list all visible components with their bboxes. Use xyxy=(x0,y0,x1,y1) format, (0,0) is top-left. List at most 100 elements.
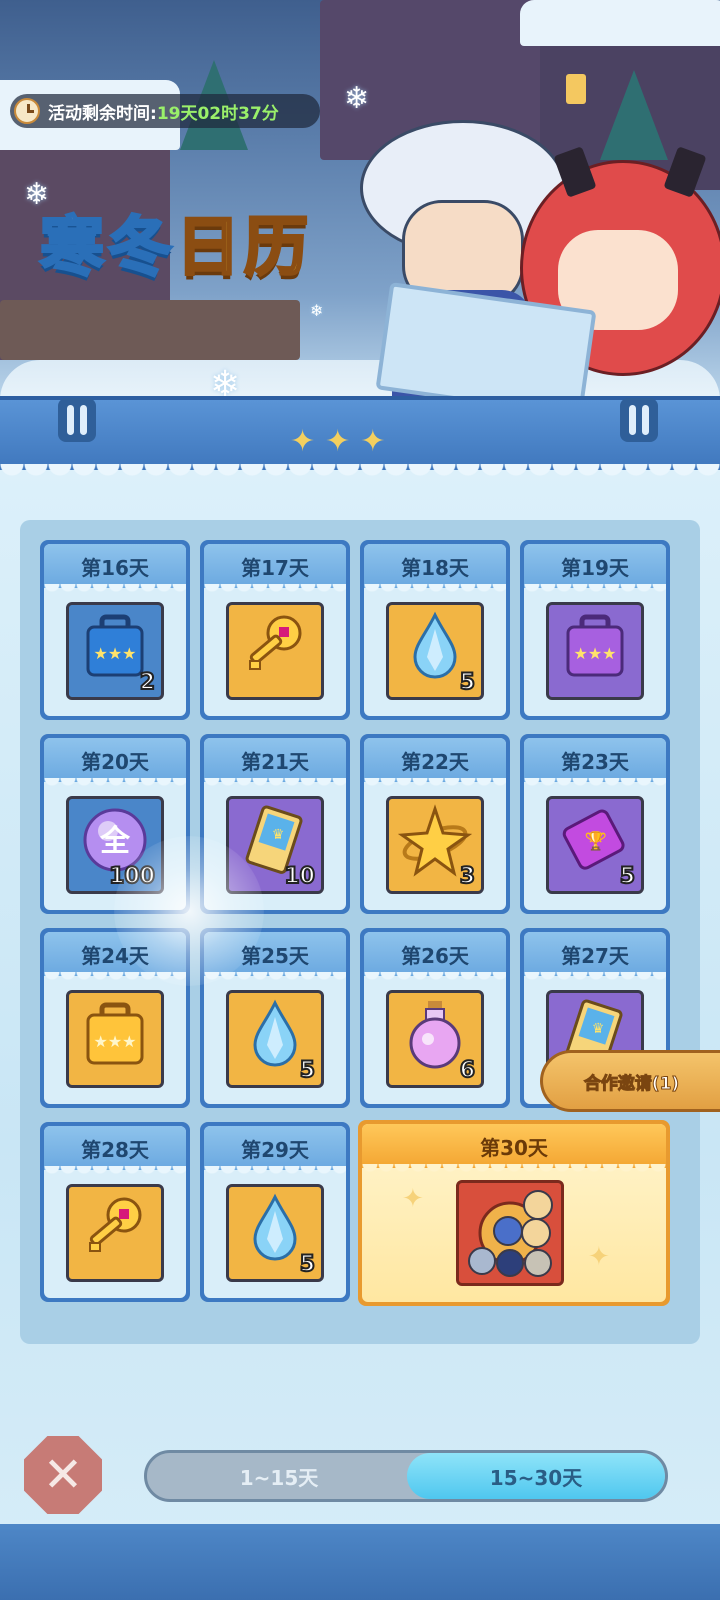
day-card[interactable]: 第26天 6 xyxy=(360,928,510,1108)
snowy-roof xyxy=(520,0,720,46)
ice-crystal-drop-icon xyxy=(243,1193,307,1273)
timer-label: 活动剩余时间: xyxy=(48,103,157,124)
bottom-frame xyxy=(0,1524,720,1600)
tab-label: 1~15天 xyxy=(239,1465,319,1490)
day-header: 第17天 xyxy=(204,544,346,596)
day-card[interactable]: 第16天 ★★★ 2 xyxy=(40,540,190,720)
golden-gift-box-icon: ★★★ xyxy=(80,999,150,1079)
tab-days-15-30[interactable]: 15~30天 xyxy=(407,1453,665,1499)
clock-icon xyxy=(14,98,40,124)
close-x-icon: ✕ xyxy=(42,1447,84,1503)
day-card[interactable]: 第28天 xyxy=(40,1122,190,1302)
day-header: 第27天 xyxy=(524,932,666,984)
ice-crystal-drop-icon xyxy=(243,999,307,1079)
svg-text:★★★: ★★★ xyxy=(93,644,136,663)
reward-quantity: 5 xyxy=(299,1057,316,1084)
reward-quantity: 5 xyxy=(619,863,636,890)
day-label: 第21天 xyxy=(241,749,309,774)
reward-quantity: 2 xyxy=(139,669,156,696)
day-header: 第29天 xyxy=(204,1126,346,1178)
day-label: 第19天 xyxy=(561,555,629,580)
svg-text:♛: ♛ xyxy=(272,827,285,843)
reward-slot[interactable]: 🏆 5 xyxy=(546,796,644,894)
reward-slot[interactable]: 5 xyxy=(226,1184,324,1282)
svg-text:🏆: 🏆 xyxy=(585,830,607,852)
day-card-grand-prize[interactable]: 第30天 ✦ ✦ xyxy=(358,1120,670,1306)
lit-window xyxy=(566,74,586,104)
day-range-tabs: 1~15天 15~30天 xyxy=(144,1450,668,1502)
snowflake-icon: ❄ xyxy=(344,81,370,116)
day-label: 第27天 xyxy=(561,943,629,968)
day-card[interactable]: 第19天 ★★★ xyxy=(520,540,670,720)
reward-slot[interactable]: ★★★ xyxy=(546,602,644,700)
reward-slot[interactable]: 5 xyxy=(386,602,484,700)
day-header: 第21天 xyxy=(204,738,346,790)
reward-slot[interactable] xyxy=(226,602,324,700)
reward-slot[interactable]: ★★★ 2 xyxy=(66,602,164,700)
decor-stars: ✦✦✦ xyxy=(290,424,396,459)
day-header: 第16天 xyxy=(44,544,186,596)
reward-slot[interactable] xyxy=(66,1184,164,1282)
day-card[interactable]: 第23天 🏆 5 xyxy=(520,734,670,914)
svg-text:全: 全 xyxy=(99,824,131,859)
reward-quantity: 3 xyxy=(459,863,476,890)
day-header: 第22天 xyxy=(364,738,506,790)
event-title: 寒冬日历 xyxy=(39,196,312,288)
day-card[interactable]: 第22天 3 xyxy=(360,734,510,914)
reward-quantity: 5 xyxy=(299,1251,316,1278)
day-card[interactable]: 第29天 5 xyxy=(200,1122,350,1302)
timer-value: 19天02时37分 xyxy=(156,103,279,124)
day-label: 第25天 xyxy=(241,943,309,968)
day-label: 第28天 xyxy=(81,1137,149,1162)
day-label: 第23天 xyxy=(561,749,629,774)
golden-key-icon xyxy=(238,609,312,693)
day-label: 第26天 xyxy=(401,943,469,968)
day-card[interactable]: 第18天 5 xyxy=(360,540,510,720)
event-timer: 活动剩余时间: 19天02时37分 xyxy=(10,94,320,128)
day-label: 第22天 xyxy=(401,749,469,774)
day-header: 第18天 xyxy=(364,544,506,596)
sparkle-icon: ✦ xyxy=(588,1242,610,1272)
day-header: 第30天 xyxy=(362,1124,666,1176)
day-header: 第23天 xyxy=(524,738,666,790)
svg-text:★★★: ★★★ xyxy=(93,1032,136,1051)
wooden-fence xyxy=(0,300,300,360)
day-label: 第29天 xyxy=(241,1137,309,1162)
sparkle-icon: ✦ xyxy=(402,1184,424,1214)
day-header: 第28天 xyxy=(44,1126,186,1178)
day-label: 第16天 xyxy=(81,555,149,580)
tab-label: 15~30天 xyxy=(489,1465,583,1490)
day-label: 第20天 xyxy=(81,749,149,774)
coop-invite-button[interactable]: 合作邀请(1) xyxy=(540,1050,720,1112)
purple-gift-box-icon: ★★★ xyxy=(560,611,630,691)
day-header: 第26天 xyxy=(364,932,506,984)
frame-pillar-left xyxy=(58,398,96,442)
reward-quantity: 10 xyxy=(283,863,316,890)
reward-slot[interactable]: 3 xyxy=(386,796,484,894)
day-card[interactable]: 第17天 xyxy=(200,540,350,720)
title-part-calendar: 日历 xyxy=(175,210,312,287)
reward-quantity: 5 xyxy=(459,669,476,696)
hero-portrait-bundle-icon[interactable] xyxy=(456,1180,564,1286)
event-banner: ❄ ❄ ❄ ❄ 活动剩余时间: 19天02时37分 寒冬日历 xyxy=(0,0,720,420)
golden-key-icon xyxy=(78,1191,152,1275)
day-header: 第20天 xyxy=(44,738,186,790)
day-label: 第18天 xyxy=(401,555,469,580)
frame-pillar-right xyxy=(620,398,658,442)
tab-days-1-15[interactable]: 1~15天 xyxy=(147,1453,411,1499)
snowflake-icon: ❄ xyxy=(310,301,324,320)
day-label: 第17天 xyxy=(241,555,309,580)
day-label: 第24天 xyxy=(81,943,149,968)
reward-slot[interactable]: ★★★ xyxy=(66,990,164,1088)
pine-tree xyxy=(600,70,668,160)
reward-slot[interactable]: 5 xyxy=(226,990,324,1088)
title-part-winter: 寒冬 xyxy=(39,210,176,287)
svg-text:♛: ♛ xyxy=(592,1021,605,1037)
coop-invite-label: 合作邀请(1) xyxy=(583,1073,680,1094)
day-header: 第19天 xyxy=(524,544,666,596)
reward-slot[interactable]: 6 xyxy=(386,990,484,1088)
svg-text:★★★: ★★★ xyxy=(573,644,616,663)
reward-quantity: 6 xyxy=(459,1057,476,1084)
day-label: 第30天 xyxy=(480,1135,548,1160)
ice-crystal-drop-icon xyxy=(403,611,467,691)
